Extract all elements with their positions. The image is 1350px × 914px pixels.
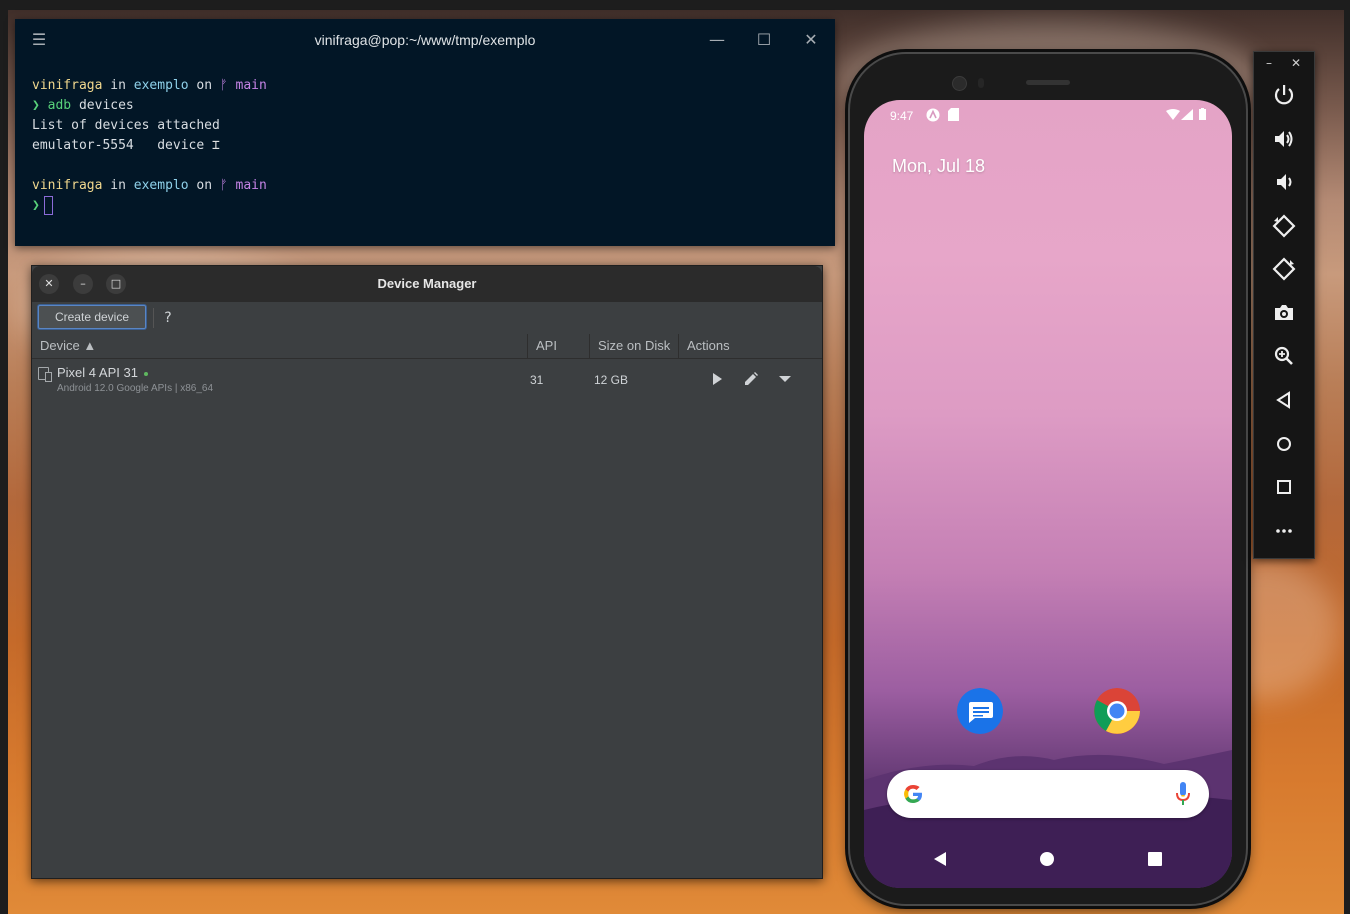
output-line: emulator-5554 device ⌶ [32,138,220,153]
right-edge [1344,0,1350,914]
phone-device-icon [38,367,52,382]
microphone-icon[interactable] [1174,781,1192,807]
online-status-dot [143,371,148,376]
command-name: adb [47,98,72,113]
emulator-close-button[interactable]: ✕ [1291,56,1301,70]
device-name: Pixel 4 API 31 [57,365,138,380]
cell-signal-icon [1181,109,1193,120]
emulator-toolbar: – ✕ [1253,51,1315,559]
device-manager-toolbar: Create device ? [32,302,822,335]
rotate-right-icon[interactable] [1272,257,1296,281]
maximize-button[interactable]: ☐ [754,31,774,49]
play-icon[interactable] [708,370,726,388]
output-line: List of devices attached [32,118,220,133]
nav-overview-icon[interactable] [1148,852,1162,866]
device-manager-title: Device Manager [377,276,477,291]
front-camera-icon [952,76,967,91]
close-button[interactable]: ✕ [801,31,821,49]
prompt-branch: main [235,78,267,93]
status-time: 9:47 [890,109,914,123]
volume-up-icon[interactable] [1272,127,1296,151]
column-device[interactable]: Device ▲ [32,334,528,358]
power-icon[interactable] [1272,83,1296,107]
android-nav-bar [864,845,1232,875]
edit-pencil-icon[interactable] [742,370,760,388]
left-edge [0,0,8,914]
prompt-dir: exemplo [133,78,189,93]
prompt-symbol: ❯ [32,98,40,113]
status-bar: 9:47 [864,100,1232,130]
top-panel [0,0,1350,10]
device-manager-window[interactable]: ✕ – □ Device Manager Create device ? Dev… [31,265,823,879]
prompt-in: in [102,78,134,93]
terminal-titlebar[interactable]: ☰ vinifraga@pop:~/www/tmp/exemplo — ☐ ✕ [15,19,835,63]
column-size[interactable]: Size on Disk [590,334,679,358]
zoom-icon[interactable] [1272,344,1296,368]
prompt-user: vinifraga [32,178,103,193]
device-size: 12 GB [594,373,629,387]
help-button[interactable]: ? [161,308,175,328]
prompt-line-1: vinifraga in exemplo on ᚠ main [32,78,267,93]
overview-icon[interactable] [1272,475,1296,499]
text-cursor-icon: ⌶ [212,138,220,153]
device-manager-titlebar[interactable]: ✕ – □ Device Manager [32,266,822,302]
sensor-icon [978,78,984,88]
command-line: ❯ adb devices [32,98,134,113]
rotate-left-icon[interactable] [1272,214,1296,238]
git-branch-icon: ᚠ [219,178,228,193]
terminal-window[interactable]: ☰ vinifraga@pop:~/www/tmp/exemplo — ☐ ✕ … [15,19,835,246]
back-icon[interactable] [1272,388,1296,412]
google-g-icon [904,785,922,803]
device-output: emulator-5554 device [32,138,205,153]
device-api: 31 [530,373,544,387]
table-row[interactable]: Pixel 4 API 31 Android 12.0 Google APIs … [32,359,822,403]
prompt-user: vinifraga [32,78,103,93]
device-table-header: Device ▲ API Size on Disk Actions [32,334,822,359]
minimize-button[interactable]: — [707,31,727,49]
wifi-icon [1166,109,1180,120]
google-search-bar[interactable] [887,770,1209,818]
prompt-dir: exemplo [133,178,189,193]
prompt-branch: main [235,178,267,193]
prompt-in: in [102,178,134,193]
home-date[interactable]: Mon, Jul 18 [892,156,985,177]
input-line[interactable]: ❯ [32,196,53,215]
sd-card-icon [948,108,959,121]
emulator-minimize-button[interactable]: – [1266,56,1272,70]
earpiece-speaker [1026,80,1070,85]
device-name-cell: Pixel 4 API 31 [57,365,148,380]
toolbar-separator [153,308,154,328]
git-branch-icon: ᚠ [219,78,228,93]
phone-emulator-frame: 9:47 Mon, Jul 18 [848,52,1248,906]
prompt-line-2: vinifraga in exemplo on ᚠ main [32,178,267,193]
prompt-on: on [188,78,220,93]
battery-icon [1199,108,1206,120]
home-icon[interactable] [1272,432,1296,456]
chrome-app-icon[interactable] [1094,688,1140,734]
column-actions: Actions [687,338,730,353]
more-options-icon[interactable] [1272,519,1296,543]
nav-home-icon[interactable] [1040,852,1054,866]
terminal-output[interactable]: vinifraga in exemplo on ᚠ main ❯ adb dev… [32,76,267,216]
volume-down-icon[interactable] [1272,170,1296,194]
camera-icon[interactable] [1272,301,1296,325]
create-device-button[interactable]: Create device [38,305,146,329]
column-api[interactable]: API [528,334,590,358]
android-notification-icon [926,108,940,122]
prompt-on: on [188,178,220,193]
nav-back-icon[interactable] [932,851,948,867]
phone-screen[interactable]: 9:47 Mon, Jul 18 [864,100,1232,888]
device-subtitle: Android 12.0 Google APIs | x86_64 [57,383,214,394]
command-arg: devices [78,98,134,113]
terminal-cursor [43,196,53,215]
messages-app-icon[interactable] [957,688,1003,734]
dropdown-arrow-icon[interactable] [776,370,794,388]
prompt-symbol: ❯ [32,198,40,213]
